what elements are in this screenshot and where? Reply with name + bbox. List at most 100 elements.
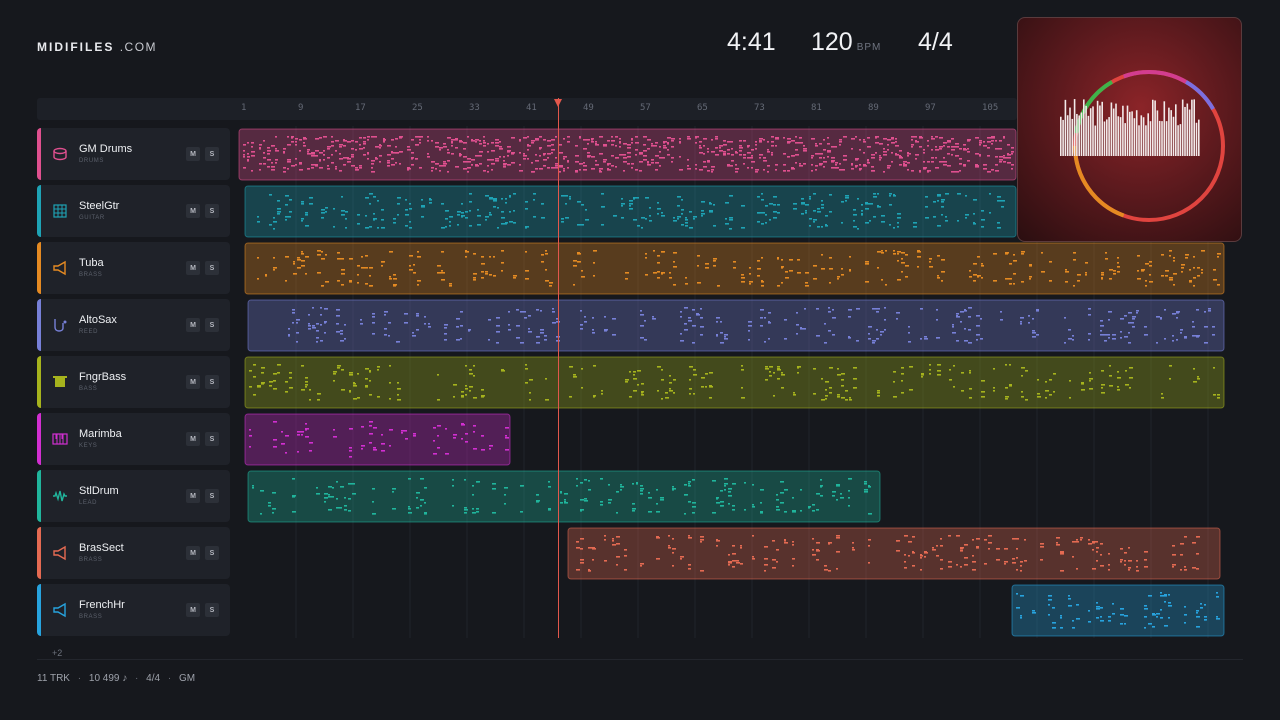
solo-button[interactable]: S: [205, 546, 219, 560]
midi-clip[interactable]: [1011, 584, 1225, 637]
visualizer-bar: [1191, 99, 1193, 156]
mute-button[interactable]: M: [186, 261, 200, 275]
visualizer-bar: [1087, 115, 1090, 156]
footer-time-signature: 4/4: [146, 673, 161, 684]
tempo-display: 120 BPM: [811, 28, 881, 57]
ruler-tick: 1: [241, 103, 247, 113]
visualizer-bar: [1064, 99, 1067, 156]
timeline-ruler[interactable]: 1 9 17 25 33 41 49 57 65 73 81 89 97 105: [37, 98, 1017, 120]
track-header[interactable]: FngrBass BASS M S: [37, 356, 230, 408]
midi-clip[interactable]: [244, 185, 1017, 238]
sax-icon: [52, 317, 68, 333]
separator: ·: [135, 673, 139, 684]
track-name: FngrBass: [79, 371, 127, 383]
track-header[interactable]: GM Drums DRUMS M S: [37, 128, 230, 180]
horn-icon: [52, 602, 68, 618]
visualizer-bar: [1154, 100, 1156, 156]
midi-clip[interactable]: [567, 527, 1221, 580]
track-category: DRUMS: [79, 158, 104, 164]
visualizer-bar: [1122, 105, 1124, 156]
playhead-marker[interactable]: [554, 99, 562, 107]
visualizer-bar: [1158, 120, 1161, 156]
mute-button[interactable]: M: [186, 318, 200, 332]
ruler-tick: 89: [868, 103, 879, 113]
keys-icon: [52, 431, 68, 447]
midi-clip[interactable]: [247, 299, 1225, 352]
visualizer-bar: [1092, 106, 1094, 156]
track-category: REED: [79, 329, 99, 335]
visualizer-bar: [1172, 116, 1175, 156]
mute-button[interactable]: M: [186, 432, 200, 446]
visualizer-bar: [1138, 125, 1140, 156]
solo-button[interactable]: S: [205, 489, 219, 503]
time-value: 4:41: [727, 28, 776, 56]
track-header[interactable]: FrenchHr BRASS M S: [37, 584, 230, 636]
visualizer-bar: [1115, 103, 1117, 156]
solo-button[interactable]: S: [205, 432, 219, 446]
track-color-bar: [37, 470, 41, 522]
track-header[interactable]: BrasSect BRASS M S: [37, 527, 230, 579]
mute-button[interactable]: M: [186, 375, 200, 389]
mute-button[interactable]: M: [186, 603, 200, 617]
midi-clip[interactable]: [244, 356, 1225, 409]
track-header[interactable]: SteelGtr GUITAR M S: [37, 185, 230, 237]
visualizer-bar: [1106, 119, 1108, 156]
visualizer-bar: [1071, 118, 1074, 156]
midi-clip[interactable]: [238, 128, 1017, 181]
mute-button[interactable]: M: [186, 489, 200, 503]
track-header[interactable]: AltoSax REED M S: [37, 299, 230, 351]
track-category: BRASS: [79, 614, 103, 620]
ruler-tick: 81: [811, 103, 822, 113]
track-category: BASS: [79, 386, 98, 392]
solo-button[interactable]: S: [205, 147, 219, 161]
mute-button[interactable]: M: [186, 147, 200, 161]
footer-divider: [37, 659, 1243, 660]
visualizer-bar: [1165, 121, 1168, 156]
track-header[interactable]: StlDrum LEAD M S: [37, 470, 230, 522]
mute-button[interactable]: M: [186, 204, 200, 218]
solo-button[interactable]: S: [205, 204, 219, 218]
visualizer-bar: [1142, 117, 1145, 156]
ruler-tick: 49: [583, 103, 594, 113]
visualizer-bar: [1195, 122, 1198, 156]
visualizer-bar: [1175, 104, 1177, 156]
separator: ·: [77, 673, 82, 684]
midi-clip[interactable]: [244, 413, 511, 466]
visualizer-arc: [1123, 70, 1187, 84]
solo-button[interactable]: S: [205, 318, 219, 332]
visualizer-bar: [1080, 112, 1083, 156]
visualizer-arc: [1184, 80, 1215, 111]
solo-button[interactable]: S: [205, 261, 219, 275]
visualizer-bar: [1156, 110, 1159, 156]
midi-clip[interactable]: [247, 470, 881, 523]
track-color-bar: [37, 242, 41, 294]
visualizer-bar: [1129, 111, 1131, 156]
playhead-line[interactable]: [558, 98, 559, 638]
visualizer-bar: [1112, 108, 1115, 156]
visualizer-bar: [1089, 108, 1092, 156]
ruler-tick: 41: [526, 103, 537, 113]
track-category: BRASS: [79, 557, 103, 563]
track-name: StlDrum: [79, 485, 119, 497]
ruler-tick: 57: [640, 103, 651, 113]
mute-button[interactable]: M: [186, 546, 200, 560]
visualizer-arc: [1073, 145, 1125, 218]
brand-name: MIDIFILES: [37, 40, 115, 54]
visualizer-bar: [1152, 99, 1154, 156]
ruler-tick: 105: [982, 103, 999, 113]
midi-clip[interactable]: [244, 242, 1225, 295]
track-header[interactable]: Tuba BRASS M S: [37, 242, 230, 294]
ruler-tick: 97: [925, 103, 936, 113]
track-color-bar: [37, 413, 41, 465]
solo-button[interactable]: S: [205, 603, 219, 617]
more-tracks-label[interactable]: +2: [52, 648, 62, 658]
track-count: 11 TRK: [37, 673, 70, 684]
track-name: FrenchHr: [79, 599, 125, 611]
solo-button[interactable]: S: [205, 375, 219, 389]
track-header[interactable]: Marimba KEYS M S: [37, 413, 230, 465]
track-color-bar: [37, 185, 41, 237]
visualizer-bar: [1076, 113, 1078, 156]
track-name: Marimba: [79, 428, 122, 440]
visualizer-bar: [1094, 125, 1097, 156]
visualizer-bar: [1184, 106, 1186, 156]
